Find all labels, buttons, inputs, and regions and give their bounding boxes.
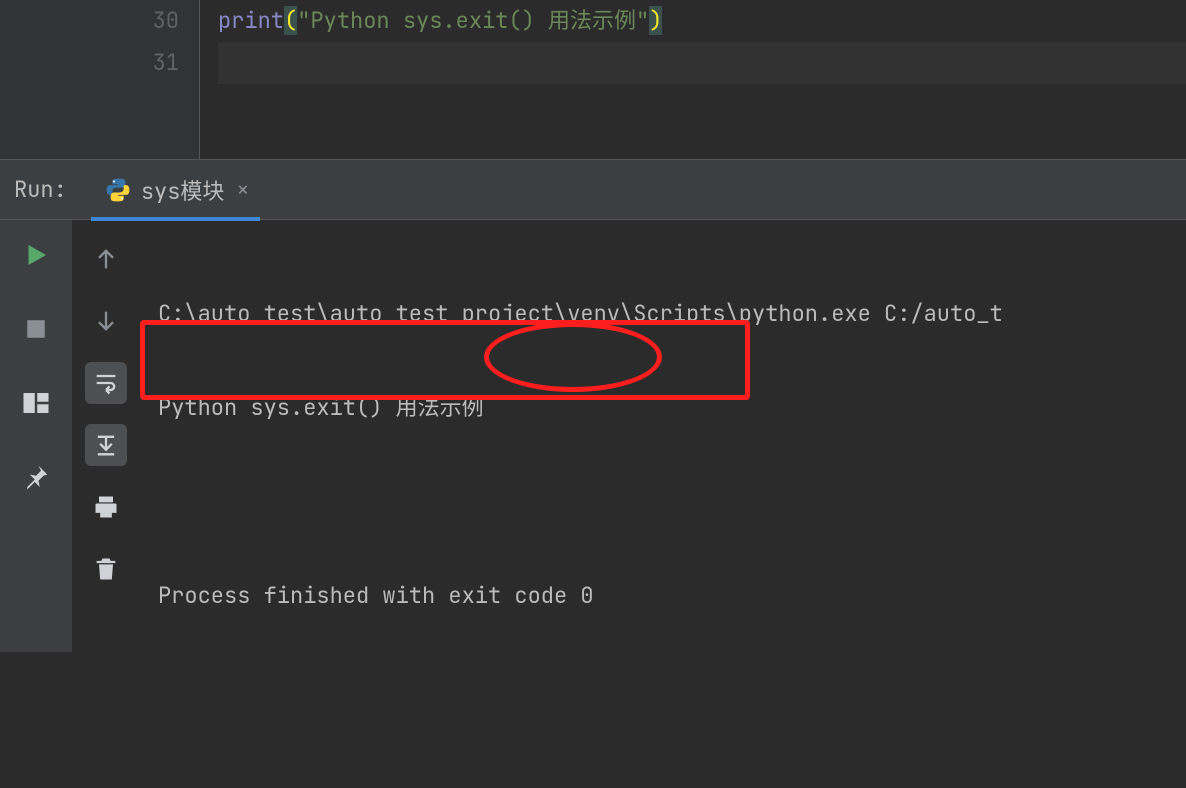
- run-toolwindow-header: Run: sys模块 ×: [0, 160, 1186, 220]
- console-line: [158, 484, 1186, 520]
- console-output[interactable]: C:\auto_test\auto_test_project\venv\Scri…: [140, 220, 1186, 652]
- python-icon: [105, 177, 131, 203]
- layout-button[interactable]: [19, 386, 53, 420]
- run-tab[interactable]: sys模块 ×: [91, 160, 260, 220]
- editor-gutter: 30 31: [0, 0, 200, 159]
- line-number: 31: [0, 42, 199, 84]
- rerun-button[interactable]: [19, 238, 53, 272]
- close-icon[interactable]: ×: [236, 179, 249, 201]
- paren-open: (: [284, 6, 297, 35]
- run-label: Run:: [0, 175, 91, 204]
- paren-close: ): [649, 6, 662, 35]
- run-toolwindow-body: C:\auto_test\auto_test_project\venv\Scri…: [0, 220, 1186, 652]
- code-editor[interactable]: 30 31 print("Python sys.exit() 用法示例"): [0, 0, 1186, 160]
- scroll-up-button[interactable]: [85, 238, 127, 280]
- console-line: Python sys.exit() 用法示例: [158, 390, 1186, 426]
- clear-all-button[interactable]: [85, 548, 127, 590]
- scroll-down-button[interactable]: [85, 300, 127, 342]
- annotation-ellipse: [484, 322, 662, 392]
- stop-button[interactable]: [19, 312, 53, 346]
- pin-button[interactable]: [19, 460, 53, 494]
- console-line: C:\auto_test\auto_test_project\venv\Scri…: [158, 296, 1186, 332]
- annotation-rectangle: [140, 320, 750, 400]
- console-line: Process finished with exit code 0: [158, 578, 1186, 614]
- run-inner-toolbar: [72, 220, 140, 652]
- editor-code-area[interactable]: print("Python sys.exit() 用法示例"): [200, 0, 1186, 159]
- print-button[interactable]: [85, 486, 127, 528]
- soft-wrap-button[interactable]: [85, 362, 127, 404]
- line-number: 30: [0, 0, 199, 42]
- code-line-30[interactable]: print("Python sys.exit() 用法示例"): [218, 0, 1186, 42]
- identifier-print: print: [218, 6, 284, 35]
- scroll-to-end-button[interactable]: [85, 424, 127, 466]
- string-literal: "Python sys.exit() 用法示例": [297, 6, 649, 35]
- code-line-31[interactable]: [218, 42, 1186, 84]
- run-left-toolbar: [0, 220, 72, 652]
- run-tab-label: sys模块: [141, 174, 225, 206]
